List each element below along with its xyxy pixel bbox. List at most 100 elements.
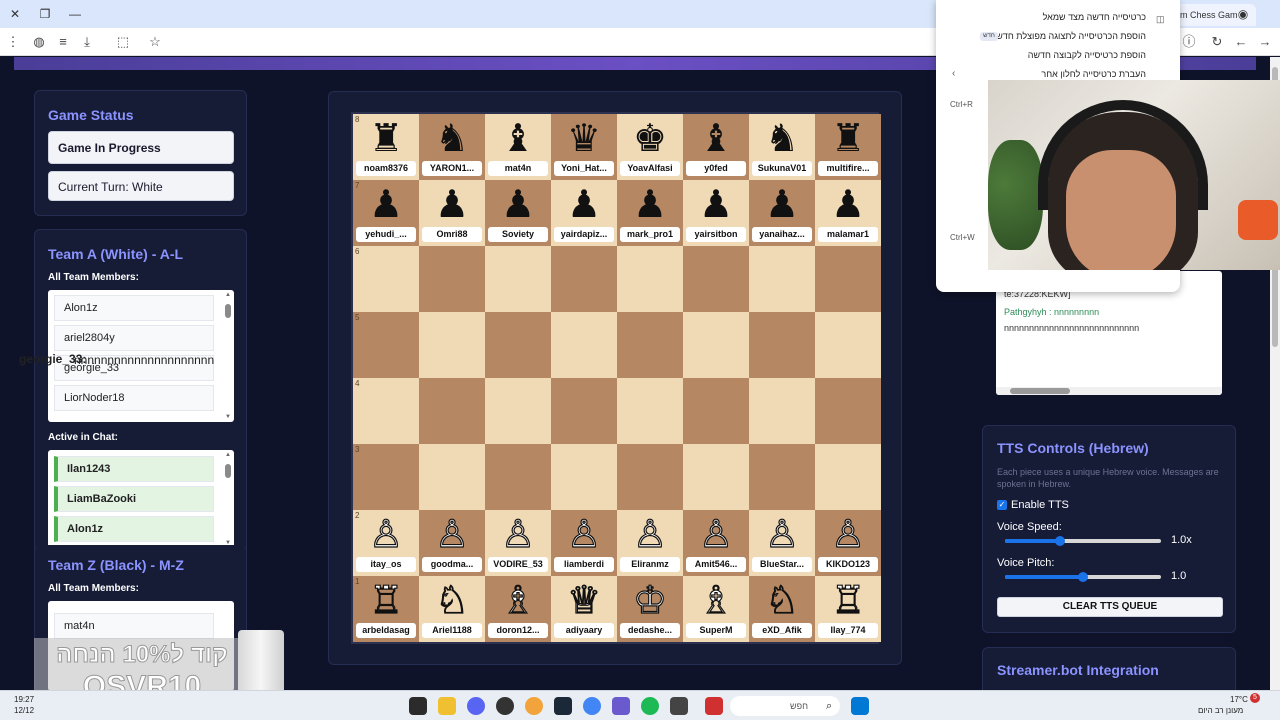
board-square[interactable]: [551, 312, 617, 378]
app-icon[interactable]: [525, 697, 543, 715]
minimize-window-icon[interactable]: —: [66, 5, 84, 23]
board-square[interactable]: [683, 312, 749, 378]
board-square[interactable]: ♟ malamar1: [815, 180, 881, 246]
board-square[interactable]: ♝ y0fed: [683, 114, 749, 180]
board-square[interactable]: ♙ VODIRE_53: [485, 510, 551, 576]
board-square[interactable]: [485, 246, 551, 312]
steam-icon[interactable]: [554, 697, 572, 715]
list-scrollbar[interactable]: ▲ ▼: [224, 292, 232, 420]
board-square[interactable]: [815, 312, 881, 378]
list-item[interactable]: Alon1z: [54, 295, 214, 321]
chess-piece-icon[interactable]: ♙: [815, 511, 881, 556]
back-icon[interactable]: →: [1256, 33, 1274, 51]
file-explorer-icon[interactable]: [438, 697, 456, 715]
board-square[interactable]: ♝ mat4n: [485, 114, 551, 180]
board-square[interactable]: ♙ goodma...: [419, 510, 485, 576]
board-square[interactable]: [419, 378, 485, 444]
chess-piece-icon[interactable]: ♖: [353, 577, 419, 622]
profile-icon[interactable]: ◍: [30, 33, 48, 51]
board-square[interactable]: [815, 246, 881, 312]
board-square[interactable]: ♘ Ariel1188: [419, 576, 485, 642]
chess-piece-icon[interactable]: ♜: [815, 116, 881, 160]
board-square[interactable]: [419, 444, 485, 510]
chess-piece-icon[interactable]: ♛: [551, 116, 617, 160]
board-square[interactable]: ♙ liamberdi: [551, 510, 617, 576]
info-icon[interactable]: ⓘ: [1180, 33, 1198, 51]
list-item[interactable]: LiorNoder18: [54, 385, 214, 411]
board-square[interactable]: ♟ yairsitbon: [683, 180, 749, 246]
bookmark-star-icon[interactable]: ☆: [146, 33, 164, 51]
board-square[interactable]: [419, 246, 485, 312]
chat-active-item[interactable]: LiamBaZooki: [54, 486, 214, 512]
list-scrollbar[interactable]: ▲ ▼: [224, 452, 232, 546]
board-square[interactable]: 4: [353, 378, 419, 444]
board-square[interactable]: ♕ adiyaary: [551, 576, 617, 642]
board-square[interactable]: ♛ Yoni_Hat...: [551, 114, 617, 180]
weather-desc[interactable]: מעונן רב היום: [1198, 706, 1243, 715]
forward-icon[interactable]: ←: [1232, 33, 1250, 51]
board-square[interactable]: ♟ Soviety: [485, 180, 551, 246]
board-square[interactable]: [551, 246, 617, 312]
chess-piece-icon[interactable]: ♟: [749, 182, 815, 226]
chess-piece-icon[interactable]: ♕: [551, 577, 617, 622]
chess-piece-icon[interactable]: ♟: [485, 182, 551, 226]
board-square[interactable]: [749, 444, 815, 510]
board-square[interactable]: [617, 246, 683, 312]
board-square[interactable]: ♔ dedashe...: [617, 576, 683, 642]
chess-piece-icon[interactable]: ♘: [419, 577, 485, 622]
board-square[interactable]: ♞ SukunaV01: [749, 114, 815, 180]
board-square[interactable]: [551, 444, 617, 510]
terminal-icon[interactable]: [409, 697, 427, 715]
board-square[interactable]: ♟ mark_pro1: [617, 180, 683, 246]
extensions-icon[interactable]: ≡: [54, 33, 72, 51]
ctx-move-to-window[interactable]: העברת כרטיסייה לחלון אחר: [1041, 69, 1146, 79]
board-square[interactable]: [551, 378, 617, 444]
voice-pitch-slider[interactable]: [1005, 572, 1161, 582]
menu-dots-icon[interactable]: ⋮: [4, 33, 22, 51]
chess-piece-icon[interactable]: ♙: [749, 511, 815, 556]
chess-piece-icon[interactable]: ♘: [749, 577, 815, 622]
board-square[interactable]: 1 ♖ arbeldasag: [353, 576, 419, 642]
close-window-icon[interactable]: ✕: [6, 5, 24, 23]
voice-speed-slider[interactable]: [1005, 536, 1161, 546]
chat-active-item[interactable]: Alon1z: [54, 516, 214, 542]
board-square[interactable]: ♙ KIKDO123: [815, 510, 881, 576]
chess-piece-icon[interactable]: ♟: [815, 182, 881, 226]
board-square[interactable]: ♗ doron12...: [485, 576, 551, 642]
puzzle-icon[interactable]: ⬚: [114, 33, 132, 51]
chess-piece-icon[interactable]: ♙: [353, 511, 419, 556]
chess-piece-icon[interactable]: ♙: [419, 511, 485, 556]
board-square[interactable]: 2 ♙ itay_os: [353, 510, 419, 576]
spotify-icon[interactable]: [641, 697, 659, 715]
chess-piece-icon[interactable]: ♟: [683, 182, 749, 226]
chess-piece-icon[interactable]: ♝: [683, 116, 749, 160]
chess-piece-icon[interactable]: ♜: [353, 116, 419, 160]
board-square[interactable]: 3: [353, 444, 419, 510]
board-square[interactable]: [749, 378, 815, 444]
board-square[interactable]: ♟ yanaihaz...: [749, 180, 815, 246]
board-square[interactable]: [683, 246, 749, 312]
board-square[interactable]: ♙ Eliranmz: [617, 510, 683, 576]
chess-piece-icon[interactable]: ♗: [485, 577, 551, 622]
vscode-icon[interactable]: [612, 697, 630, 715]
board-square[interactable]: [617, 312, 683, 378]
clock-time[interactable]: 19:27: [14, 695, 34, 704]
board-square[interactable]: [749, 312, 815, 378]
chess-piece-icon[interactable]: ♟: [419, 182, 485, 226]
board-square[interactable]: ♙ Amit546...: [683, 510, 749, 576]
chess-piece-icon[interactable]: ♖: [815, 577, 881, 622]
taskbar-search[interactable]: חפש: [730, 696, 840, 716]
board-square[interactable]: ♚ YoavAlfasi: [617, 114, 683, 180]
chess-piece-icon[interactable]: ♟: [617, 182, 683, 226]
discord-icon[interactable]: [467, 697, 485, 715]
chess-piece-icon[interactable]: ♟: [551, 182, 617, 226]
weather-temp[interactable]: 17°C: [1230, 695, 1248, 704]
list-item[interactable]: mat4n: [54, 613, 214, 639]
restore-window-icon[interactable]: ❐: [36, 5, 54, 23]
board-square[interactable]: ♖ Ilay_774: [815, 576, 881, 642]
chessboard[interactable]: 8 ♜ noam8376 ♞ YARON1... ♝ mat4n ♛ Yoni_Hat... ♚ Y…: [351, 112, 881, 644]
board-square[interactable]: [485, 378, 551, 444]
clock-date[interactable]: 12/12: [14, 706, 34, 715]
board-square[interactable]: ♞ YARON1...: [419, 114, 485, 180]
flower-icon[interactable]: [705, 697, 723, 715]
